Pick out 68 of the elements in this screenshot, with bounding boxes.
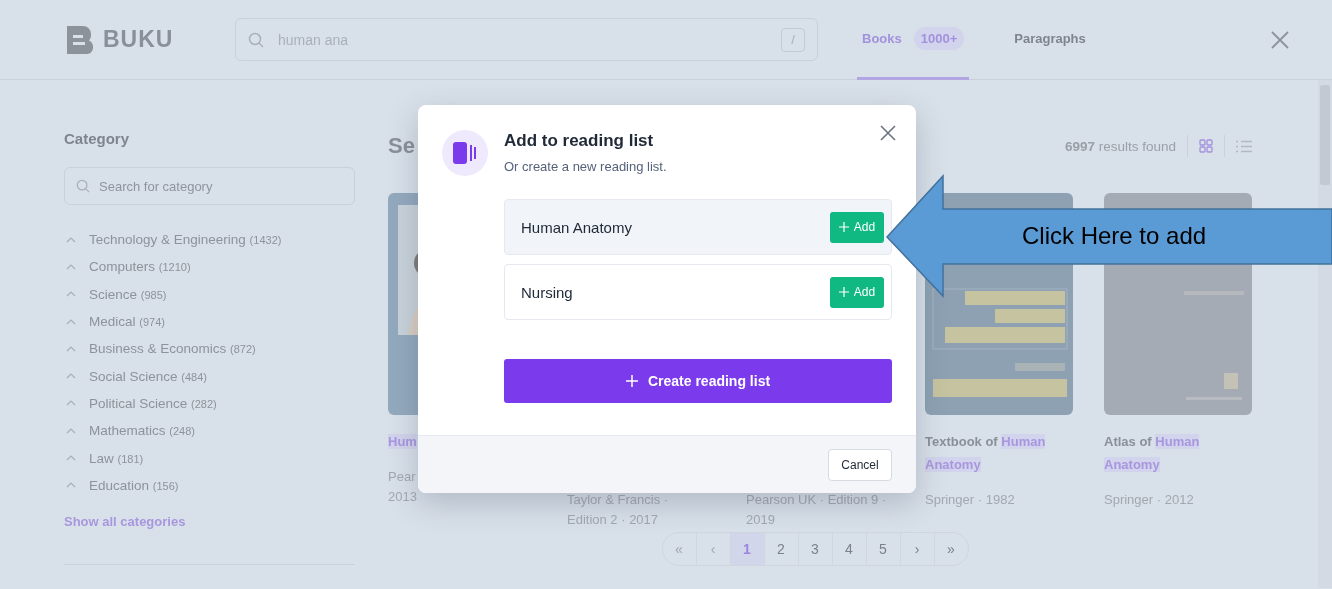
page-button[interactable]: 1: [729, 533, 764, 565]
book-title[interactable]: Hum: [388, 430, 536, 453]
list-name: Human Anatomy: [521, 218, 632, 236]
dialog-subtitle: Or create a new reading list.: [504, 159, 668, 174]
show-all-link[interactable]: Show all categories: [64, 513, 186, 529]
results-count: 6997 results found: [1064, 138, 1176, 154]
close-icon[interactable]: [1271, 30, 1289, 49]
reading-list-row[interactable]: Human Anatomy Add: [504, 199, 892, 255]
results-heading: Se: [388, 133, 415, 159]
page-button[interactable]: 2: [763, 533, 798, 565]
create-list-button[interactable]: Create reading list: [504, 359, 892, 403]
plus-icon: [838, 287, 849, 297]
plus-icon: [838, 222, 849, 232]
search-icon: [248, 31, 264, 48]
close-icon[interactable]: [880, 125, 896, 141]
book-title[interactable]: Atlas of Human Anatomy: [1104, 430, 1252, 476]
logo-text: BUKU: [103, 26, 174, 53]
book-icon: [442, 130, 488, 176]
add-button[interactable]: Add: [830, 276, 884, 308]
caret-up-icon[interactable]: [66, 345, 76, 352]
category-item[interactable]: Education (156): [89, 477, 179, 493]
cancel-button[interactable]: Cancel: [828, 448, 892, 481]
category-item[interactable]: Political Science (282): [89, 395, 217, 411]
caret-up-icon[interactable]: [66, 482, 76, 489]
book-details: 2013: [388, 488, 418, 506]
page-button[interactable]: 4: [831, 533, 866, 565]
add-button[interactable]: Add: [830, 211, 884, 243]
reading-list-row[interactable]: Nursing Add: [504, 264, 892, 320]
plus-icon: [625, 375, 638, 387]
caret-up-icon[interactable]: [66, 291, 76, 298]
callout-text: Click Here to add: [1022, 222, 1207, 250]
book-details: Springer · 1982: [925, 491, 1016, 509]
category-item[interactable]: Business & Economics (872): [89, 341, 256, 357]
grid-view-icon[interactable]: [1199, 139, 1213, 153]
list-name: Nursing: [521, 283, 573, 301]
category-item[interactable]: Law (181): [89, 450, 144, 466]
page-button[interactable]: 5: [865, 533, 900, 565]
caret-up-icon[interactable]: [66, 455, 76, 461]
category-item[interactable]: Science (985): [89, 286, 167, 302]
tab[interactable]: Paragraphs: [1009, 0, 1091, 80]
category-search-field[interactable]: Search for category: [64, 167, 355, 205]
category-item[interactable]: Social Science (484): [89, 368, 207, 384]
search-icon: [76, 179, 90, 193]
caret-up-icon[interactable]: [66, 263, 76, 270]
page-button[interactable]: »: [933, 533, 968, 565]
sidebar-heading: Category: [64, 130, 131, 149]
book-details: Edition 2 · 2017: [567, 511, 660, 529]
category-item[interactable]: Computers (1210): [89, 259, 191, 275]
category-item[interactable]: Mathematics (248): [89, 423, 195, 439]
count-badge: 1000+: [913, 26, 965, 50]
caret-up-icon[interactable]: [66, 318, 76, 325]
book-details: Springer · 2012: [1104, 491, 1195, 509]
tab[interactable]: Books 1000+: [857, 0, 970, 80]
category-item[interactable]: Medical (974): [89, 314, 165, 330]
book-details: 2019: [746, 511, 776, 529]
caret-up-icon[interactable]: [66, 400, 76, 407]
shortcut-key: /: [781, 27, 805, 52]
book-title[interactable]: Textbook of Human Anatomy: [925, 430, 1073, 476]
page-button[interactable]: ›: [899, 533, 934, 565]
category-item[interactable]: Technology & Engineering (1432): [89, 232, 282, 248]
caret-up-icon[interactable]: [66, 373, 76, 380]
book-details: Pear: [388, 468, 417, 486]
caret-up-icon[interactable]: [66, 236, 76, 243]
logo-icon: [67, 25, 93, 54]
dialog-title: Add to reading list: [504, 131, 655, 151]
page-button[interactable]: 3: [797, 533, 832, 565]
list-view-icon[interactable]: [1236, 139, 1252, 153]
caret-up-icon[interactable]: [66, 427, 76, 434]
